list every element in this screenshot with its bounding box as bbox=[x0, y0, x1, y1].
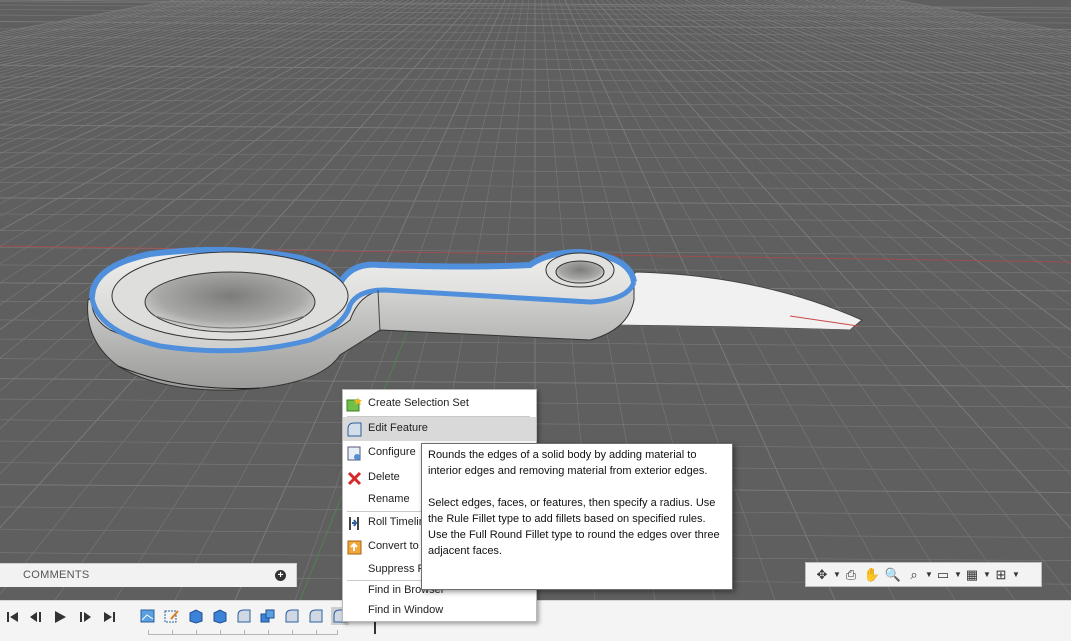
extrude-icon[interactable] bbox=[211, 607, 229, 625]
add-comment-icon[interactable]: + bbox=[275, 570, 286, 581]
menu-item-label: Rename bbox=[368, 493, 410, 505]
zoom-icon[interactable]: 🔍 bbox=[883, 566, 903, 584]
menu-item-label: Edit Feature bbox=[368, 422, 428, 434]
fillet-icon[interactable] bbox=[307, 607, 325, 625]
timeline-track bbox=[148, 628, 338, 635]
comments-panel[interactable]: COMMENTS + bbox=[0, 563, 297, 587]
display-dropdown-icon[interactable]: ▼ bbox=[954, 570, 962, 579]
orbit-icon[interactable]: ✥ bbox=[812, 566, 832, 584]
viewports-icon[interactable]: ⊞ bbox=[991, 566, 1011, 584]
grid-dropdown-icon[interactable]: ▼ bbox=[983, 570, 991, 579]
navigation-toolbar: ✥ ▼ ⎙ ✋ 🔍 ⌕ ▼ ▭ ▼ ▦ ▼ ⊞ ▼ bbox=[805, 562, 1042, 587]
menu-item-label: Delete bbox=[368, 471, 400, 483]
menu-item-find-in-window[interactable]: Find in Window bbox=[343, 599, 536, 623]
menu-item-label: Configure bbox=[368, 446, 416, 458]
cad-model[interactable] bbox=[87, 246, 863, 391]
pan-icon[interactable]: ✋ bbox=[862, 566, 882, 584]
selection-set-icon bbox=[346, 397, 362, 412]
menu-item-label: Create Selection Set bbox=[368, 397, 469, 409]
sketch-icon[interactable] bbox=[139, 607, 157, 625]
menu-item-label: Convert to bbox=[368, 540, 419, 552]
viewports-dropdown-icon[interactable]: ▼ bbox=[1012, 570, 1020, 579]
convert-icon bbox=[347, 540, 362, 555]
extrude-icon[interactable] bbox=[187, 607, 205, 625]
comments-label: COMMENTS bbox=[23, 569, 90, 581]
fillet-icon[interactable] bbox=[283, 607, 301, 625]
step-forward-icon[interactable] bbox=[77, 609, 93, 625]
tooltip-paragraph-1: Rounds the edges of a solid body by addi… bbox=[428, 449, 708, 477]
fillet-icon[interactable] bbox=[235, 607, 253, 625]
step-back-icon[interactable] bbox=[28, 609, 44, 625]
orbit-dropdown-icon[interactable]: ▼ bbox=[833, 570, 841, 579]
grid-icon[interactable]: ▦ bbox=[962, 566, 982, 584]
menu-item-label: Find in Window bbox=[368, 604, 444, 616]
extrude-icon[interactable] bbox=[259, 607, 277, 625]
tooltip-paragraph-2: Select edges, faces, or features, then s… bbox=[428, 497, 720, 557]
menu-item-label: Suppress F bbox=[368, 563, 425, 575]
fillet-tooltip: Rounds the edges of a solid body by addi… bbox=[421, 443, 733, 590]
first-frame-icon[interactable] bbox=[5, 609, 21, 625]
last-frame-icon[interactable] bbox=[101, 609, 117, 625]
menu-item-create-selection-set[interactable]: Create Selection Set bbox=[343, 392, 536, 416]
fit-icon[interactable]: ⌕ bbox=[904, 566, 924, 584]
zoom-dropdown-icon[interactable]: ▼ bbox=[925, 570, 933, 579]
display-settings-icon[interactable]: ▭ bbox=[933, 566, 953, 584]
configure-icon bbox=[347, 446, 361, 461]
delete-icon bbox=[347, 471, 362, 486]
play-icon[interactable] bbox=[52, 609, 68, 625]
look-at-icon[interactable]: ⎙ bbox=[841, 566, 861, 584]
menu-item-edit-feature[interactable]: Edit Feature bbox=[343, 417, 536, 441]
fillet-icon bbox=[347, 422, 362, 437]
roll-timeline-icon bbox=[349, 517, 359, 530]
sketch-icon[interactable] bbox=[163, 607, 181, 625]
